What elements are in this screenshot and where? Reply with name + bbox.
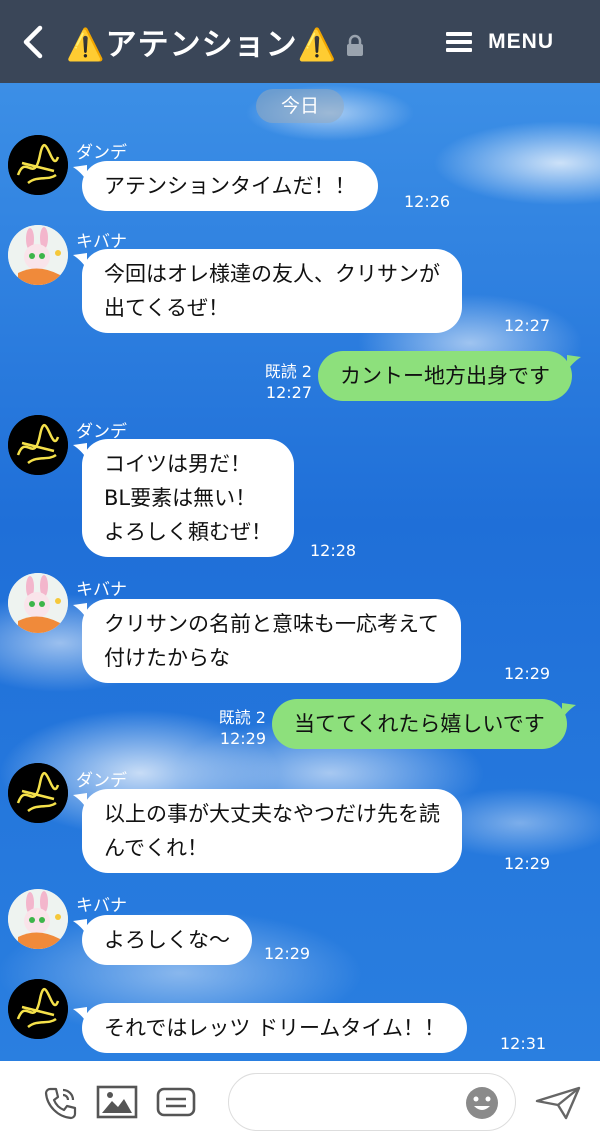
bubble-tail bbox=[73, 1007, 87, 1023]
avatar-kibana[interactable] bbox=[8, 225, 68, 285]
message-line: 以上の事が大丈夫なやつだけ先を読 bbox=[104, 802, 440, 826]
bubble-tail bbox=[561, 703, 576, 719]
chat-header: ⚠️アテンション⚠️ MENU bbox=[0, 0, 600, 83]
avatar-dande[interactable] bbox=[8, 135, 68, 195]
menu-button[interactable]: MENU bbox=[446, 26, 554, 58]
bubble-tail bbox=[73, 793, 87, 809]
message-line: BL要素は無い！ bbox=[104, 486, 257, 510]
message-line: コイツは男だ！ bbox=[104, 452, 251, 476]
call-button[interactable] bbox=[42, 1085, 78, 1125]
message-time: 12:27 bbox=[504, 316, 551, 335]
avatar-dande[interactable] bbox=[8, 763, 68, 823]
bubble-tail bbox=[73, 253, 87, 269]
message-line: クリサンの名前と意味も一応考えて bbox=[104, 612, 439, 636]
message-line: 出てくるぜ！ bbox=[104, 296, 229, 320]
note-button[interactable] bbox=[156, 1087, 196, 1121]
read-count: 既読 2 bbox=[264, 362, 312, 381]
image-button[interactable] bbox=[96, 1085, 138, 1123]
message-line: よろしくな〜 bbox=[104, 928, 230, 952]
message-bubble[interactable]: アテンションタイムだ！！ bbox=[73, 161, 378, 211]
avatar-dande[interactable] bbox=[8, 979, 68, 1039]
bubble-tail bbox=[73, 165, 87, 181]
message-line: アテンションタイムだ！！ bbox=[104, 174, 356, 198]
emoji-button[interactable] bbox=[465, 1086, 499, 1124]
message-bubble[interactable]: クリサンの名前と意味も一応考えて 付けたからな bbox=[73, 599, 461, 683]
sender-name: ダンデ bbox=[76, 143, 127, 163]
bubble-tail bbox=[73, 603, 87, 619]
lock-icon bbox=[347, 34, 364, 56]
send-button[interactable] bbox=[534, 1085, 582, 1125]
message-time: 12:31 bbox=[500, 1034, 547, 1053]
chevron-left-icon bbox=[23, 25, 43, 59]
sender-name: ダンデ bbox=[76, 771, 127, 791]
message-bubble[interactable]: 当ててくれたら嬉しいです bbox=[272, 699, 576, 749]
message-bubble[interactable]: 今回はオレ様達の友人、クリサンが 出てくるぜ！ bbox=[73, 249, 462, 333]
bubble-tail bbox=[73, 443, 87, 459]
date-separator: 今日 bbox=[256, 89, 344, 123]
message-time: 12:29 bbox=[219, 729, 266, 748]
menu-label: MENU bbox=[488, 30, 554, 53]
read-receipt: 既読 2 12:27 bbox=[248, 361, 312, 403]
message-line: 当ててくれたら嬉しいです bbox=[294, 712, 545, 736]
avatar-dande[interactable] bbox=[8, 415, 68, 475]
chat-title-area: ⚠️アテンション⚠️ bbox=[66, 18, 365, 64]
message-bubble[interactable]: カントー地方出身です bbox=[318, 351, 581, 401]
send-icon bbox=[535, 1086, 581, 1120]
sender-name: キバナ bbox=[76, 896, 127, 916]
back-button[interactable] bbox=[14, 20, 54, 64]
message-bubble[interactable]: よろしくな〜 bbox=[73, 915, 252, 965]
bubble-tail bbox=[567, 355, 581, 371]
avatar-kibana[interactable] bbox=[8, 889, 68, 949]
emoji-icon bbox=[466, 1087, 498, 1119]
message-bubble[interactable]: 以上の事が大丈夫なやつだけ先を読 んでくれ！ bbox=[73, 789, 462, 873]
message-time: 12:26 bbox=[404, 192, 451, 211]
message-line: 今回はオレ様達の友人、クリサンが bbox=[104, 262, 440, 286]
message-time: 12:29 bbox=[264, 944, 311, 963]
avatar-kibana[interactable] bbox=[8, 573, 68, 633]
message-line: カントー地方出身です bbox=[340, 364, 550, 388]
message-bubble[interactable]: コイツは男だ！ BL要素は無い！ よろしく頼むぜ！ bbox=[73, 439, 294, 557]
message-input[interactable] bbox=[249, 1086, 469, 1120]
chat-area[interactable]: 今日 ダンデ アテンションタイムだ！！ 12:26 キバナ 今回はオレ様達の友人… bbox=[0, 83, 600, 1061]
message-time: 12:29 bbox=[504, 854, 551, 873]
bubble-tail bbox=[73, 919, 87, 935]
sender-name: キバナ bbox=[76, 580, 127, 600]
note-icon bbox=[156, 1087, 196, 1117]
read-count: 既読 2 bbox=[218, 708, 266, 727]
message-time: 12:28 bbox=[310, 541, 357, 560]
read-receipt: 既読 2 12:29 bbox=[202, 707, 266, 749]
hamburger-icon bbox=[446, 32, 473, 52]
message-input-field[interactable] bbox=[228, 1073, 516, 1131]
message-line: よろしく頼むぜ！ bbox=[104, 520, 272, 544]
message-bubble[interactable]: それではレッツ ドリームタイム！！ bbox=[73, 1003, 467, 1053]
message-time: 12:29 bbox=[504, 664, 551, 683]
message-time: 12:27 bbox=[265, 383, 312, 402]
message-composer bbox=[0, 1061, 600, 1143]
chat-title: ⚠️アテンション⚠️ bbox=[66, 26, 338, 63]
message-line: んでくれ！ bbox=[104, 836, 208, 860]
message-line: それではレッツ ドリームタイム！！ bbox=[104, 1016, 445, 1040]
image-icon bbox=[96, 1085, 138, 1119]
phone-icon bbox=[44, 1087, 77, 1120]
message-line: 付けたからな bbox=[104, 646, 230, 670]
